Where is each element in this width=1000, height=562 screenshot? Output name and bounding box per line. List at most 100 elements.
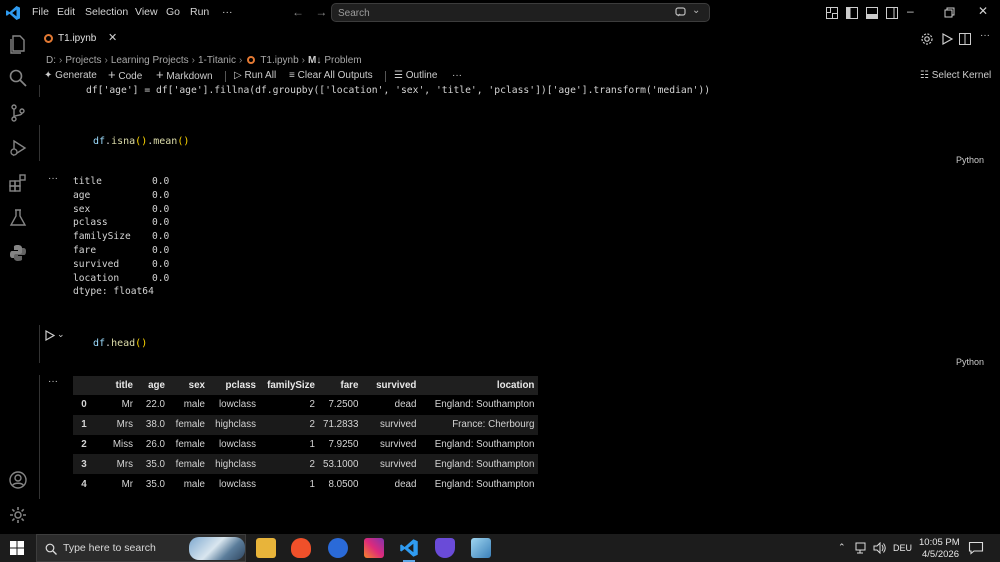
breadcrumb-drive[interactable]: D: [46, 55, 56, 66]
restore-icon[interactable] [943, 6, 957, 20]
show-hidden-icons-chevron-icon[interactable]: ⌃ [838, 542, 846, 553]
menu-file[interactable]: File [32, 6, 49, 18]
search-input[interactable] [338, 6, 668, 20]
clock-date[interactable]: 4/5/2026 [922, 549, 959, 560]
copilot-icon [675, 7, 686, 17]
isna-output-line: age 0.0 [73, 189, 169, 203]
chevron-down-icon[interactable]: ⌄ [57, 329, 65, 340]
file-explorer-icon[interactable] [256, 538, 276, 558]
notebook-editor: df['age'] = df['age'].fillna(df.groupby(… [36, 85, 1000, 534]
instagram-icon[interactable] [364, 538, 384, 558]
table-body: 0 Mr 22.0 male lowclass 2 7.2500 dead England: S… [73, 395, 539, 494]
isna-output-line: sex 0.0 [73, 203, 169, 217]
taskbar-search-box[interactable] [36, 534, 246, 562]
run-notebook-icon[interactable] [940, 32, 954, 46]
accounts-icon[interactable] [8, 470, 28, 490]
clear-outputs-icon: ≡ [289, 70, 295, 81]
breadcrumb-projects[interactable]: Projects [65, 55, 101, 66]
cell-language-label[interactable]: Python [956, 357, 984, 367]
generate-button[interactable]: ✦ Generate [44, 70, 97, 81]
app-purple-icon[interactable] [435, 538, 455, 558]
table-row: 1 Mrs 38.0 female highclass 2 71.2833 survived F… [73, 414, 539, 435]
menu-edit[interactable]: Edit [57, 6, 75, 18]
table-cell: lowclass [218, 399, 256, 411]
python-icon[interactable] [8, 243, 28, 263]
menu-run[interactable]: Run [190, 6, 209, 18]
table-cell: survived [379, 438, 417, 450]
forward-arrow-icon[interactable]: → [315, 5, 327, 19]
command-center-search[interactable]: ⌄ [331, 3, 710, 22]
add-markdown-cell-button[interactable]: + Markdown [156, 68, 213, 82]
copilot-button[interactable]: ⌄ [675, 5, 705, 20]
run-and-debug-icon[interactable] [8, 138, 28, 158]
menu-view[interactable]: View [135, 6, 158, 18]
toggle-secondary-sidebar-icon[interactable] [885, 6, 899, 20]
explorer-icon[interactable] [8, 34, 28, 54]
table-cell: survived [362, 414, 421, 435]
taskbar-search-input[interactable] [63, 542, 193, 554]
tasks-app-icon[interactable] [328, 538, 348, 558]
run-cell-icon[interactable] [44, 330, 55, 341]
vscode-taskbar-icon[interactable] [399, 538, 419, 562]
table-cell: 38.0 [137, 414, 169, 435]
code-line-isna[interactable]: df.isna().mean() [93, 136, 189, 147]
table-cell: male [183, 478, 205, 490]
vscode-logo-icon[interactable] [5, 5, 21, 21]
minimize-icon[interactable]: – [907, 4, 914, 18]
toggle-primary-sidebar-icon[interactable] [845, 6, 859, 20]
output-more-button[interactable]: ··· [48, 173, 58, 184]
brave-browser-icon[interactable] [291, 538, 311, 558]
table-cell: survived [362, 454, 421, 475]
source-control-icon[interactable] [8, 103, 28, 123]
isna-output-line: pclass 0.0 [73, 216, 169, 230]
split-editor-icon[interactable] [958, 32, 972, 46]
table-header-cell [73, 376, 95, 395]
settings-gear-icon[interactable] [8, 505, 28, 525]
tab-close-icon[interactable]: ✕ [108, 31, 117, 44]
app-blue-icon[interactable] [471, 538, 491, 558]
input-language-indicator[interactable]: DEU [893, 543, 912, 553]
isna-output-line: location 0.0 [73, 272, 169, 286]
close-window-icon[interactable]: ✕ [978, 4, 988, 18]
toggle-panel-icon[interactable] [865, 6, 879, 20]
menu-more-button[interactable]: ··· [222, 6, 233, 18]
notification-center-icon[interactable] [968, 541, 984, 555]
table-cell: England: Southampton [420, 454, 539, 475]
title-bar: File Edit Selection View Go Run ··· ← → … [0, 0, 1000, 26]
customize-layout-icon[interactable] [825, 6, 839, 20]
network-icon[interactable] [855, 542, 869, 554]
run-all-button[interactable]: ▷ Run All [234, 70, 276, 81]
extensions-icon[interactable] [8, 173, 28, 193]
select-kernel-button[interactable]: ☷ Select Kernel [920, 70, 991, 81]
notebook-settings-gear-icon[interactable] [920, 32, 934, 46]
code-line-head[interactable]: df.head() [93, 338, 147, 349]
breadcrumb-section[interactable]: Problem [324, 55, 361, 66]
chevron-down-icon: ⌄ [692, 5, 701, 16]
breadcrumb-titanic[interactable]: 1-Titanic [198, 55, 236, 66]
back-arrow-icon[interactable]: ← [292, 5, 304, 19]
isna-column-value: 0.0 [152, 203, 170, 215]
search-icon[interactable] [8, 68, 28, 88]
breadcrumb: D: › Projects › Learning Projects › 1-Ti… [46, 53, 362, 67]
output-more-button[interactable]: ··· [48, 376, 58, 387]
clear-all-outputs-button[interactable]: ≡ Clear All Outputs [289, 70, 373, 81]
testing-icon[interactable] [8, 208, 28, 228]
code-line-fillna[interactable]: df['age'] = df['age'].fillna(df.groupby(… [86, 85, 710, 96]
windows-start-icon[interactable] [10, 541, 24, 555]
menu-selection[interactable]: Selection [85, 6, 128, 18]
cell-language-label[interactable]: Python [956, 155, 984, 165]
volume-icon[interactable] [873, 542, 887, 554]
breadcrumb-file[interactable]: T1.ipynb [260, 55, 298, 66]
outline-button[interactable]: ☰ Outline [394, 70, 437, 81]
clock-time[interactable]: 10:05 PM [919, 537, 960, 548]
toolbar-more-button[interactable]: ··· [452, 70, 462, 81]
breadcrumb-learning-projects[interactable]: Learning Projects [111, 55, 189, 66]
generate-label: Generate [55, 70, 97, 81]
menu-go[interactable]: Go [166, 6, 180, 18]
table-cell: female [169, 414, 209, 435]
add-code-cell-button[interactable]: + Code [108, 68, 142, 82]
search-highlight-image[interactable] [189, 537, 245, 560]
isna-column-name: pclass [73, 217, 108, 229]
more-actions-button[interactable]: ··· [980, 30, 990, 41]
tab-t1-ipynb[interactable]: T1.ipynb ✕ [36, 26, 124, 51]
